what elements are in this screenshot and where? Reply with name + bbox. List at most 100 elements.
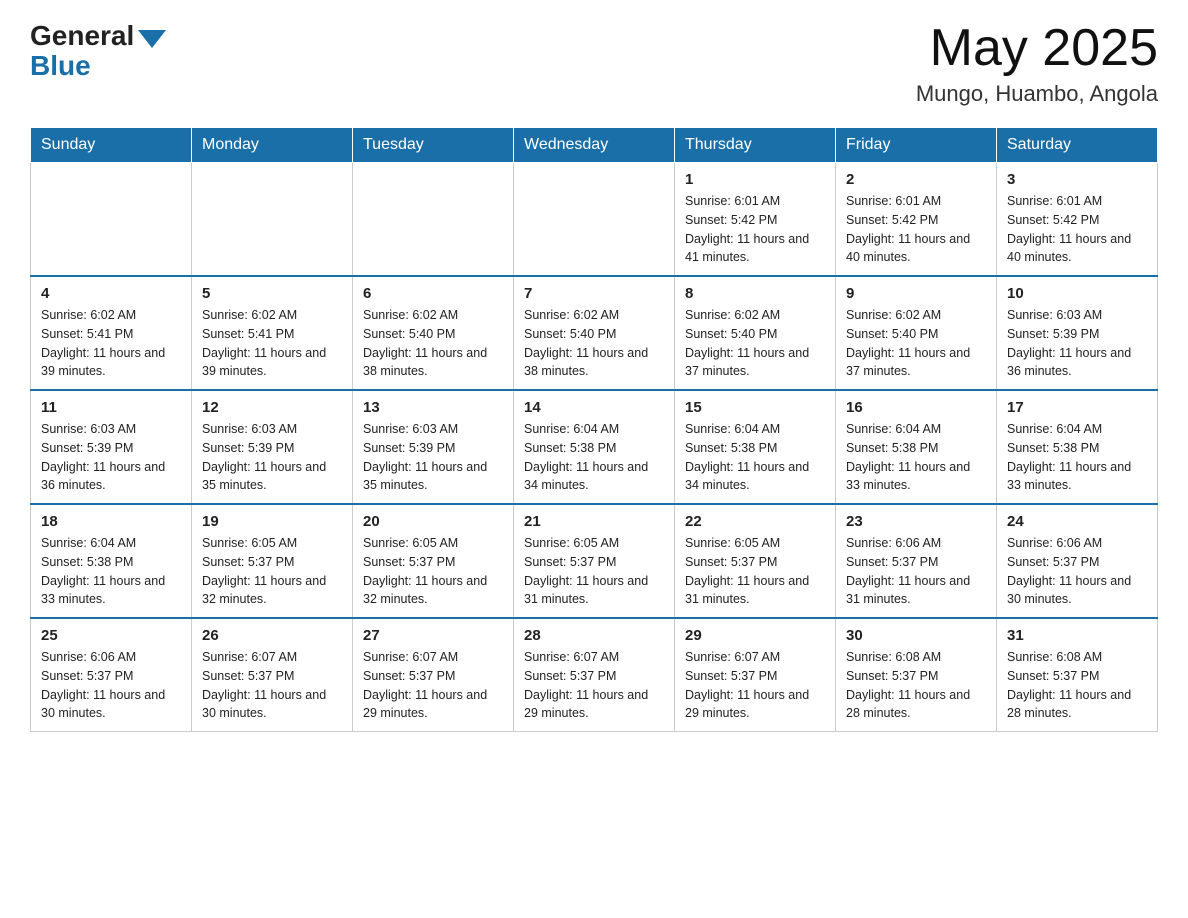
day-number: 9 xyxy=(846,285,986,302)
calendar-cell: 11 Sunrise: 6:03 AM Sunset: 5:39 PM Dayli… xyxy=(31,390,192,504)
calendar-cell: 6 Sunrise: 6:02 AM Sunset: 5:40 PM Daylig… xyxy=(353,276,514,390)
calendar-cell: 28Sunrise: 6:07 AM Sunset: 5:37 PM Dayli… xyxy=(514,618,675,732)
calendar-title: May 2025 xyxy=(916,20,1158,77)
calendar-header-monday: Monday xyxy=(192,128,353,163)
day-number: 1 xyxy=(685,171,825,188)
day-number: 12 xyxy=(202,399,342,416)
calendar-cell: 23 Sunrise: 6:06 AM Sunset: 5:37 PM Dayli… xyxy=(836,504,997,618)
day-info: Sunrise: 6:02 AM Sunset: 5:41 PM Dayligh… xyxy=(202,306,342,381)
day-info: Sunrise: 6:03 AM Sunset: 5:39 PM Dayligh… xyxy=(1007,306,1147,381)
day-info: Sunrise: 6:02 AM Sunset: 5:40 PM Dayligh… xyxy=(685,306,825,381)
day-info: Sunrise: 6:01 AM Sunset: 5:42 PM Dayligh… xyxy=(846,192,986,267)
calendar-cell xyxy=(514,163,675,277)
day-number: 29 xyxy=(685,627,825,644)
day-number: 23 xyxy=(846,513,986,530)
day-info: Sunrise: 6:05 AM Sunset: 5:37 PM Dayligh… xyxy=(524,534,664,609)
day-number: 30 xyxy=(846,627,986,644)
calendar-cell: 14 Sunrise: 6:04 AM Sunset: 5:38 PM Dayli… xyxy=(514,390,675,504)
calendar-cell: 29Sunrise: 6:07 AM Sunset: 5:37 PM Dayli… xyxy=(675,618,836,732)
calendar-week-row-1: 1 Sunrise: 6:01 AM Sunset: 5:42 PM Daylig… xyxy=(31,163,1158,277)
calendar-header-thursday: Thursday xyxy=(675,128,836,163)
day-info: Sunrise: 6:08 AM Sunset: 5:37 PM Dayligh… xyxy=(1007,648,1147,723)
day-info: Sunrise: 6:05 AM Sunset: 5:37 PM Dayligh… xyxy=(685,534,825,609)
day-number: 2 xyxy=(846,171,986,188)
day-number: 20 xyxy=(363,513,503,530)
day-info: Sunrise: 6:07 AM Sunset: 5:37 PM Dayligh… xyxy=(202,648,342,723)
calendar-cell: 19Sunrise: 6:05 AM Sunset: 5:37 PM Dayli… xyxy=(192,504,353,618)
day-number: 16 xyxy=(846,399,986,416)
day-info: Sunrise: 6:05 AM Sunset: 5:37 PM Dayligh… xyxy=(363,534,503,609)
day-info: Sunrise: 6:02 AM Sunset: 5:40 PM Dayligh… xyxy=(524,306,664,381)
calendar-cell: 2 Sunrise: 6:01 AM Sunset: 5:42 PM Daylig… xyxy=(836,163,997,277)
day-info: Sunrise: 6:08 AM Sunset: 5:37 PM Dayligh… xyxy=(846,648,986,723)
calendar-header-saturday: Saturday xyxy=(997,128,1158,163)
calendar-location: Mungo, Huambo, Angola xyxy=(916,81,1158,107)
calendar-week-row-2: 4 Sunrise: 6:02 AM Sunset: 5:41 PM Daylig… xyxy=(31,276,1158,390)
calendar-cell: 8 Sunrise: 6:02 AM Sunset: 5:40 PM Daylig… xyxy=(675,276,836,390)
day-number: 28 xyxy=(524,627,664,644)
calendar-cell: 22Sunrise: 6:05 AM Sunset: 5:37 PM Dayli… xyxy=(675,504,836,618)
day-number: 14 xyxy=(524,399,664,416)
calendar-cell: 15Sunrise: 6:04 AM Sunset: 5:38 PM Dayli… xyxy=(675,390,836,504)
day-info: Sunrise: 6:06 AM Sunset: 5:37 PM Dayligh… xyxy=(41,648,181,723)
calendar-cell: 25 Sunrise: 6:06 AM Sunset: 5:37 PM Dayli… xyxy=(31,618,192,732)
day-info: Sunrise: 6:02 AM Sunset: 5:40 PM Dayligh… xyxy=(363,306,503,381)
calendar-cell: 16 Sunrise: 6:04 AM Sunset: 5:38 PM Dayli… xyxy=(836,390,997,504)
day-number: 13 xyxy=(363,399,503,416)
calendar-week-row-5: 25 Sunrise: 6:06 AM Sunset: 5:37 PM Dayli… xyxy=(31,618,1158,732)
calendar-table: SundayMondayTuesdayWednesdayThursdayFrid… xyxy=(30,127,1158,732)
day-number: 4 xyxy=(41,285,181,302)
day-info: Sunrise: 6:03 AM Sunset: 5:39 PM Dayligh… xyxy=(202,420,342,495)
logo-arrow-icon xyxy=(138,30,166,48)
calendar-cell: 13 Sunrise: 6:03 AM Sunset: 5:39 PM Dayli… xyxy=(353,390,514,504)
day-info: Sunrise: 6:06 AM Sunset: 5:37 PM Dayligh… xyxy=(1007,534,1147,609)
day-number: 10 xyxy=(1007,285,1147,302)
calendar-cell: 26 Sunrise: 6:07 AM Sunset: 5:37 PM Dayli… xyxy=(192,618,353,732)
day-info: Sunrise: 6:01 AM Sunset: 5:42 PM Dayligh… xyxy=(1007,192,1147,267)
day-number: 27 xyxy=(363,627,503,644)
calendar-cell: 10 Sunrise: 6:03 AM Sunset: 5:39 PM Dayli… xyxy=(997,276,1158,390)
page-header: General Blue May 2025 Mungo, Huambo, Ang… xyxy=(30,20,1158,107)
calendar-cell: 30 Sunrise: 6:08 AM Sunset: 5:37 PM Dayli… xyxy=(836,618,997,732)
calendar-cell: 3 Sunrise: 6:01 AM Sunset: 5:42 PM Daylig… xyxy=(997,163,1158,277)
calendar-cell: 20 Sunrise: 6:05 AM Sunset: 5:37 PM Dayli… xyxy=(353,504,514,618)
day-number: 11 xyxy=(41,399,181,416)
day-info: Sunrise: 6:05 AM Sunset: 5:37 PM Dayligh… xyxy=(202,534,342,609)
calendar-cell: 17Sunrise: 6:04 AM Sunset: 5:38 PM Dayli… xyxy=(997,390,1158,504)
day-number: 21 xyxy=(524,513,664,530)
logo-general-text: General xyxy=(30,20,134,52)
calendar-cell xyxy=(31,163,192,277)
title-block: May 2025 Mungo, Huambo, Angola xyxy=(916,20,1158,107)
day-number: 8 xyxy=(685,285,825,302)
calendar-cell: 12 Sunrise: 6:03 AM Sunset: 5:39 PM Dayli… xyxy=(192,390,353,504)
calendar-cell: 18 Sunrise: 6:04 AM Sunset: 5:38 PM Dayli… xyxy=(31,504,192,618)
day-number: 6 xyxy=(363,285,503,302)
day-info: Sunrise: 6:07 AM Sunset: 5:37 PM Dayligh… xyxy=(363,648,503,723)
calendar-cell: 5 Sunrise: 6:02 AM Sunset: 5:41 PM Daylig… xyxy=(192,276,353,390)
day-number: 3 xyxy=(1007,171,1147,188)
day-number: 15 xyxy=(685,399,825,416)
day-info: Sunrise: 6:04 AM Sunset: 5:38 PM Dayligh… xyxy=(524,420,664,495)
day-number: 17 xyxy=(1007,399,1147,416)
day-number: 26 xyxy=(202,627,342,644)
logo: General Blue xyxy=(30,20,166,82)
logo-blue-text: Blue xyxy=(30,50,91,82)
day-number: 24 xyxy=(1007,513,1147,530)
calendar-week-row-3: 11 Sunrise: 6:03 AM Sunset: 5:39 PM Dayli… xyxy=(31,390,1158,504)
day-number: 25 xyxy=(41,627,181,644)
day-info: Sunrise: 6:04 AM Sunset: 5:38 PM Dayligh… xyxy=(846,420,986,495)
day-info: Sunrise: 6:01 AM Sunset: 5:42 PM Dayligh… xyxy=(685,192,825,267)
calendar-header-row: SundayMondayTuesdayWednesdayThursdayFrid… xyxy=(31,128,1158,163)
day-info: Sunrise: 6:04 AM Sunset: 5:38 PM Dayligh… xyxy=(41,534,181,609)
calendar-cell: 4 Sunrise: 6:02 AM Sunset: 5:41 PM Daylig… xyxy=(31,276,192,390)
day-number: 31 xyxy=(1007,627,1147,644)
day-number: 5 xyxy=(202,285,342,302)
calendar-cell: 7 Sunrise: 6:02 AM Sunset: 5:40 PM Daylig… xyxy=(514,276,675,390)
calendar-header-wednesday: Wednesday xyxy=(514,128,675,163)
day-number: 18 xyxy=(41,513,181,530)
day-info: Sunrise: 6:06 AM Sunset: 5:37 PM Dayligh… xyxy=(846,534,986,609)
day-info: Sunrise: 6:03 AM Sunset: 5:39 PM Dayligh… xyxy=(363,420,503,495)
day-number: 7 xyxy=(524,285,664,302)
day-info: Sunrise: 6:03 AM Sunset: 5:39 PM Dayligh… xyxy=(41,420,181,495)
day-info: Sunrise: 6:02 AM Sunset: 5:41 PM Dayligh… xyxy=(41,306,181,381)
